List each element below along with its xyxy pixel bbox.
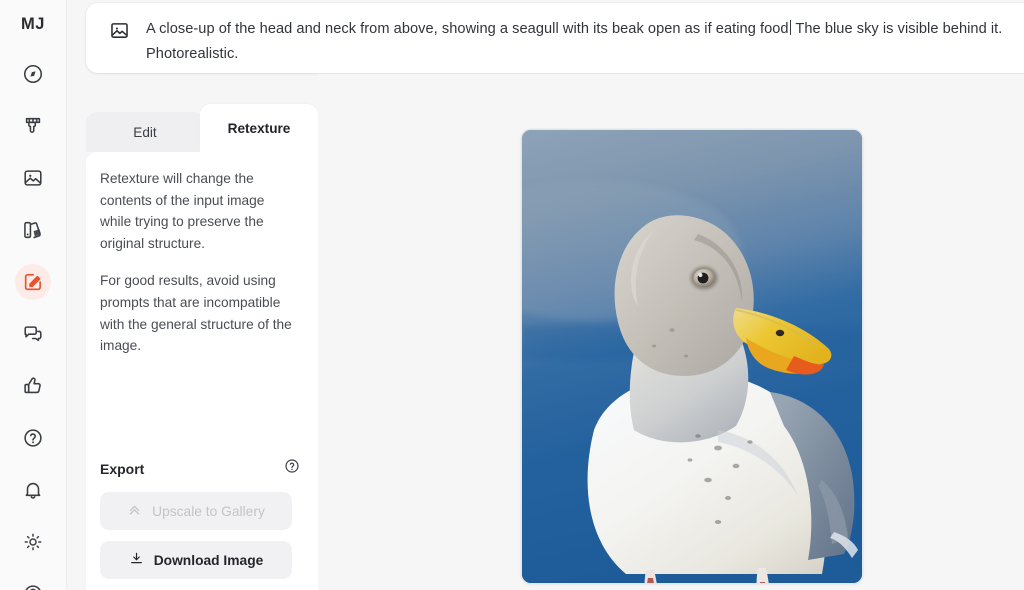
upscale-to-gallery-label: Upscale to Gallery: [152, 503, 265, 519]
chevrons-up-icon: [127, 502, 142, 520]
sidebar-item-gallery[interactable]: [14, 159, 52, 197]
compass-icon: [22, 63, 44, 85]
color-swatches-icon: [22, 219, 44, 241]
sidebar-item-rate[interactable]: [14, 367, 52, 405]
bell-icon: [22, 479, 44, 501]
sidebar-item-chat[interactable]: [14, 315, 52, 353]
prompt-text-before-caret: A close-up of the head and neck from abo…: [146, 21, 789, 37]
tool-panel: Edit Retexture Retexture will change the…: [86, 104, 318, 590]
image-icon: [22, 167, 44, 189]
question-circle-icon: [22, 427, 44, 449]
retexture-description-1: Retexture will change the contents of th…: [100, 171, 265, 251]
sidebar-item-notifications[interactable]: [14, 471, 52, 509]
sidebar-item-help[interactable]: [14, 419, 52, 457]
chat-bubbles-icon: [22, 323, 44, 345]
download-image-button[interactable]: Download Image: [100, 541, 292, 579]
sidebar-item-create[interactable]: [14, 107, 52, 145]
sidebar-item-edit[interactable]: [14, 263, 52, 301]
seagull-photo: [522, 130, 862, 583]
retexture-description-2: For good results, avoid using prompts th…: [100, 273, 292, 354]
app-root: MJ A close-up of the head and neck from …: [0, 0, 1024, 590]
image-thumbnail-icon[interactable]: [108, 19, 130, 41]
sidebar-item-styles[interactable]: [14, 211, 52, 249]
sidebar-item-explore[interactable]: [14, 55, 52, 93]
tab-edit[interactable]: Edit: [86, 112, 204, 152]
text-caret: [789, 20, 791, 35]
generated-image[interactable]: [522, 130, 862, 583]
prompt-text[interactable]: A close-up of the head and neck from abo…: [146, 17, 1022, 66]
brand-logo[interactable]: MJ: [0, 15, 66, 34]
tool-panel-body: Retexture will change the contents of th…: [86, 152, 318, 590]
sidebar-item-theme[interactable]: [14, 523, 52, 561]
canvas-area: [318, 74, 1024, 590]
sidebar: MJ: [0, 0, 67, 590]
sidebar-item-account[interactable]: [14, 575, 52, 590]
sidebar-primary-nav: [0, 48, 66, 412]
download-image-label: Download Image: [153, 552, 264, 568]
upscale-to-gallery-button[interactable]: Upscale to Gallery: [100, 492, 292, 530]
paintbrush-icon: [22, 115, 44, 137]
sidebar-secondary-nav: [0, 412, 66, 590]
edit-square-pencil-icon: [22, 271, 44, 293]
prompt-input-bar[interactable]: A close-up of the head and neck from abo…: [86, 3, 1024, 73]
thumbs-up-icon: [22, 375, 44, 397]
export-header: Export: [100, 458, 300, 479]
export-help-icon[interactable]: [284, 458, 300, 479]
user-avatar-icon: [22, 583, 44, 590]
export-title: Export: [100, 460, 145, 477]
export-section: Export Upscale to Gallery Download Image: [86, 458, 318, 590]
sun-brightness-icon: [22, 531, 44, 553]
download-icon: [129, 551, 144, 569]
tab-bar: Edit Retexture: [86, 104, 318, 152]
tab-retexture[interactable]: Retexture: [200, 104, 318, 152]
